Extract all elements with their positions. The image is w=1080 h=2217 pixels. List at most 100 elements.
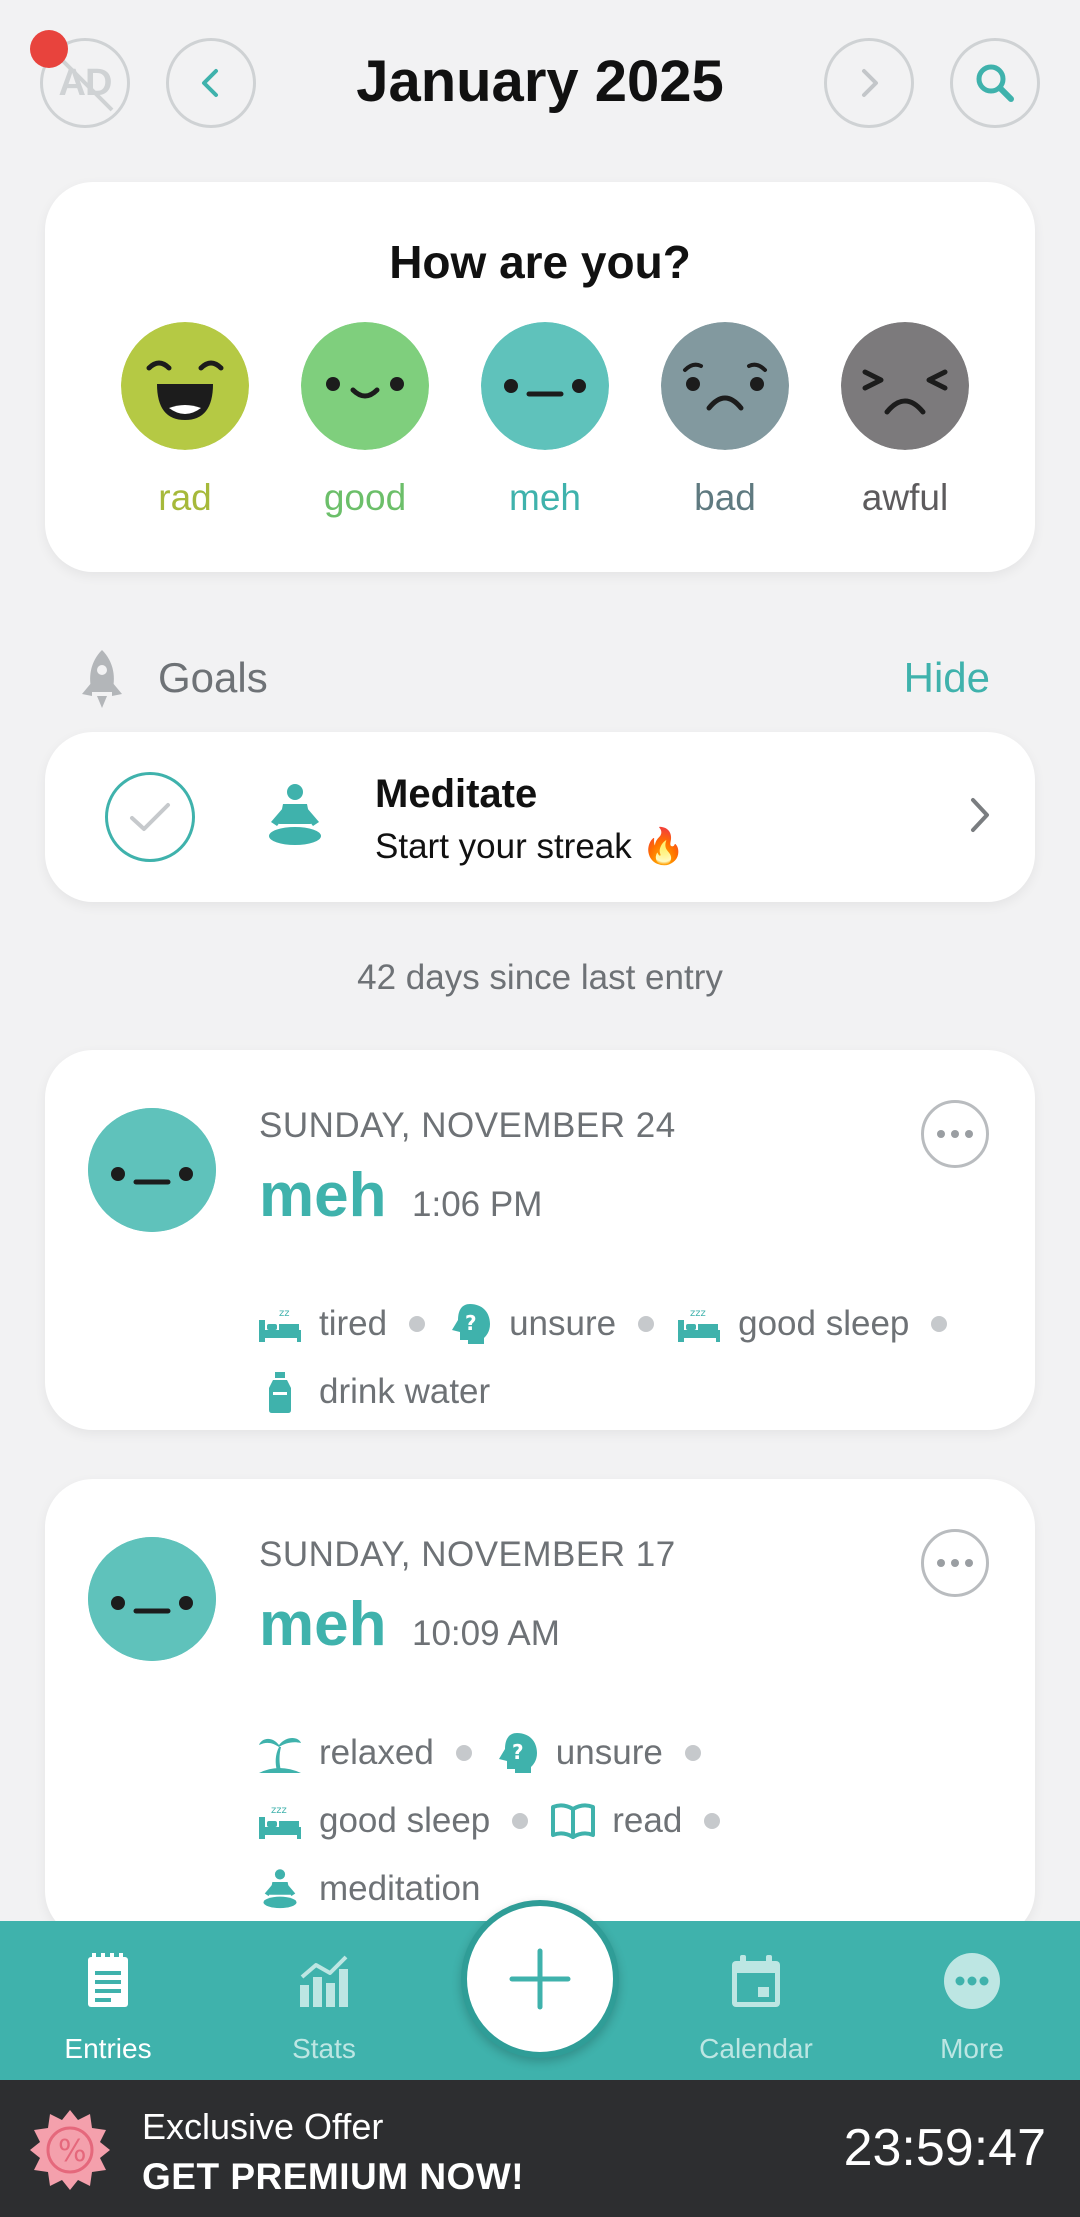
tag-label: unsure: [555, 1733, 663, 1772]
goals-header: Goals Hide: [0, 640, 1080, 716]
promo-countdown: 23:59:47: [843, 2119, 1046, 2177]
tag-unsure: ? unsure: [494, 1730, 663, 1776]
goal-title: Meditate: [375, 772, 538, 816]
tag-label: drink water: [319, 1372, 491, 1411]
plus-icon: [509, 1948, 571, 2010]
tag-drink-water: drink water: [257, 1369, 490, 1415]
checkmark-icon: [130, 803, 170, 831]
entry-options-button[interactable]: [921, 1529, 989, 1597]
nav-more[interactable]: More: [864, 1921, 1080, 2080]
tag-label: unsure: [509, 1304, 617, 1343]
calendar-icon: [732, 1955, 780, 2007]
entry-tags: drink water: [257, 1364, 490, 1420]
days-since-last-entry: 42 days since last entry: [357, 958, 723, 997]
rad-face-icon: [121, 322, 249, 450]
nav-label: Stats: [292, 2033, 356, 2064]
entry-card[interactable]: SUNDAY, NOVEMBER 24 meh 1:06 PM zz tired…: [45, 1050, 1035, 1430]
entry-tags: relaxed ? unsure: [257, 1725, 723, 1781]
mood-option-rad[interactable]: rad: [115, 322, 255, 519]
meditation-icon: [263, 1869, 297, 1909]
mood-label-meh: meh: [509, 477, 581, 518]
tag-unsure: ? unsure: [447, 1301, 616, 1347]
mood-option-good[interactable]: good: [295, 322, 435, 519]
tag-label: meditation: [319, 1869, 481, 1908]
mood-option-awful[interactable]: awful: [835, 322, 975, 519]
svg-text:zz: zz: [279, 1308, 290, 1319]
tag-label: good sleep: [319, 1801, 491, 1840]
mood-option-meh[interactable]: meh: [475, 322, 615, 519]
entry-date: SUNDAY, NOVEMBER 24: [259, 1106, 676, 1145]
goal-card-meditate[interactable]: Meditate Start your streak 🔥: [45, 732, 1035, 902]
goals-hide-button[interactable]: Hide: [904, 654, 990, 702]
chevron-right-icon: [971, 798, 989, 832]
nav-entries[interactable]: Entries: [0, 1921, 216, 2080]
entry-mood: meh: [259, 1161, 387, 1230]
book-icon: [551, 1803, 596, 1839]
mood-label-good: good: [323, 477, 407, 518]
tag-relaxed: relaxed: [257, 1730, 434, 1776]
entry-time: 10:09 AM: [412, 1614, 560, 1653]
nav-label: Calendar: [699, 2033, 813, 2064]
tag-meditation: meditation: [257, 1866, 480, 1912]
meh-face-icon: [88, 1108, 216, 1232]
tag-label: tired: [319, 1304, 388, 1343]
nav-calendar[interactable]: Calendar: [648, 1921, 864, 2080]
question-head-icon: ?: [452, 1304, 491, 1344]
water-bottle-icon: [269, 1372, 291, 1413]
good-sleep-icon: zzz: [678, 1308, 721, 1342]
mood-question: How are you?: [389, 236, 691, 288]
premium-offer-banner[interactable]: % Exclusive Offer GET PREMIUM NOW! 23:59…: [0, 2080, 1080, 2217]
goal-complete-checkbox[interactable]: [105, 772, 195, 862]
entries-icon: [88, 1953, 128, 2007]
palm-tree-icon: [259, 1738, 301, 1773]
tag-label: relaxed: [319, 1733, 434, 1772]
mood-label-rad: rad: [158, 477, 212, 518]
nav-label: More: [940, 2033, 1004, 2064]
month-title: January 2025: [356, 49, 724, 114]
svg-text:%: %: [58, 2134, 87, 2169]
promo-cta: GET PREMIUM NOW!: [142, 2156, 525, 2197]
tag-good-sleep: zzz good sleep: [676, 1301, 909, 1347]
entry-mood: meh: [259, 1590, 387, 1659]
header: AD January 2025: [0, 0, 1080, 170]
entry-options-button[interactable]: [921, 1100, 989, 1168]
entry-tags: zz tired ? unsure zzz good sleep: [257, 1296, 969, 1352]
goals-label: Goals: [158, 654, 268, 701]
mood-option-bad[interactable]: bad: [655, 322, 795, 519]
meditation-icon: [269, 784, 321, 845]
svg-text:zzz: zzz: [271, 1805, 287, 1816]
tag-tired: zz tired: [257, 1301, 387, 1347]
entry-time: 1:06 PM: [412, 1185, 543, 1224]
svg-text:?: ?: [512, 1740, 524, 1764]
bad-face-icon: [661, 322, 789, 450]
tag-good-sleep: zzz good sleep: [257, 1798, 490, 1844]
percent-badge-icon: %: [30, 2110, 110, 2190]
search-button[interactable]: [950, 38, 1040, 128]
tag-label: read: [612, 1801, 683, 1840]
nav-stats[interactable]: Stats: [216, 1921, 432, 2080]
stats-icon: [300, 1955, 348, 2007]
tag-label: good sleep: [738, 1304, 910, 1343]
nav-label: Entries: [64, 2033, 152, 2064]
entry-date: SUNDAY, NOVEMBER 17: [259, 1535, 676, 1574]
chevron-right-icon: [862, 69, 878, 97]
mood-label-awful: awful: [861, 477, 949, 518]
sleep-bed-icon: zz: [259, 1308, 301, 1342]
svg-text:zzz: zzz: [690, 1308, 706, 1319]
entry-tags: zzz good sleep read: [257, 1793, 742, 1849]
add-entry-button[interactable]: [461, 1900, 619, 2058]
entry-card[interactable]: SUNDAY, NOVEMBER 17 meh 10:09 AM relaxed…: [45, 1479, 1035, 1939]
good-sleep-icon: zzz: [259, 1805, 301, 1839]
mood-label-bad: bad: [694, 477, 756, 518]
awful-face-icon: [841, 322, 969, 450]
meh-face-icon: [88, 1537, 216, 1661]
goal-subtitle: Start your streak 🔥: [375, 827, 686, 866]
promo-title: Exclusive Offer: [142, 2106, 384, 2147]
question-head-icon: ?: [498, 1733, 537, 1773]
search-icon: [976, 64, 1014, 102]
next-month-button[interactable]: [824, 38, 914, 128]
meh-face-icon: [481, 322, 609, 450]
tag-read: read: [550, 1798, 682, 1844]
rocket-icon: [82, 650, 122, 708]
more-icon: [944, 1953, 1000, 2009]
